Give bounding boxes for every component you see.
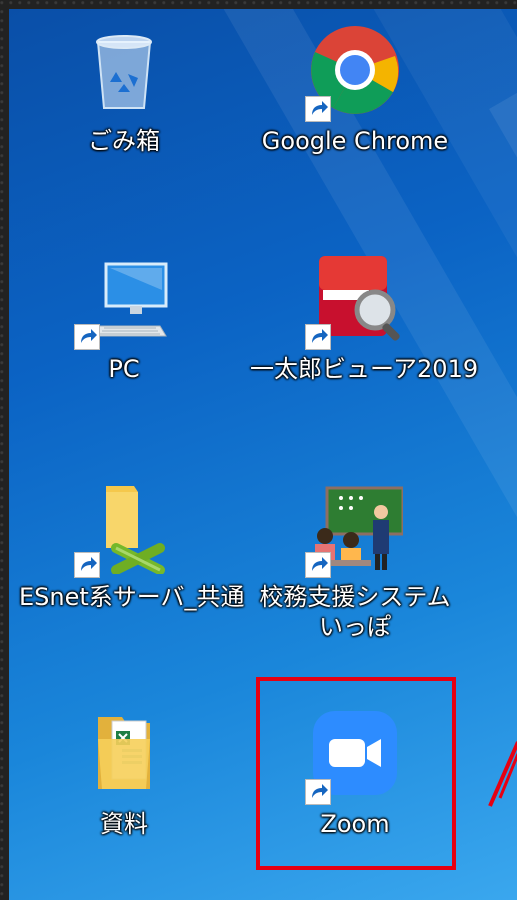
desktop-icon-documents[interactable]: 資料 [19, 705, 229, 839]
desktop-icon-label: 一太郎ビューア2019 [250, 355, 479, 383]
documents-folder-icon [76, 705, 172, 801]
school-system-icon [305, 478, 405, 578]
desktop-icon-esnet-server[interactable]: ESnet系サーバ_共通 [19, 478, 245, 612]
desktop-icon-label: 資料 [100, 810, 148, 838]
annotation-arrow-icon [488, 741, 517, 807]
shortcut-arrow-icon [305, 96, 331, 122]
desktop-icon-ichitaro-viewer[interactable]: 一太郎ビューア2019 [250, 250, 479, 384]
desktop-icon-school-support-system[interactable]: 校務支援システム いっぽ [250, 478, 460, 642]
desktop-icon-pc[interactable]: PC [19, 250, 229, 384]
chrome-icon [305, 22, 403, 122]
desktop-icon-label: Google Chrome [261, 127, 449, 155]
desktop-icon-label-line2: いっぽ [319, 613, 391, 641]
shortcut-arrow-icon [74, 324, 100, 350]
desktop-icon-google-chrome[interactable]: Google Chrome [250, 22, 460, 156]
desktop-icon-recycle-bin[interactable]: ごみ箱 [19, 22, 229, 156]
desktop-icon-label: ごみ箱 [88, 127, 160, 155]
desktop-icon-label: ESnet系サーバ_共通 [19, 583, 245, 611]
network-folder-icon [74, 478, 172, 578]
shortcut-arrow-icon [305, 552, 331, 578]
desktop-icon-label: 校務支援システム [259, 583, 451, 611]
recycle-bin-icon [76, 22, 172, 118]
zoom-highlight-box [256, 677, 456, 870]
shortcut-arrow-icon [74, 552, 100, 578]
desktop-icon-label: PC [108, 355, 140, 383]
ichitaro-viewer-icon [305, 250, 403, 350]
shortcut-arrow-icon [305, 324, 331, 350]
computer-icon [74, 250, 172, 350]
